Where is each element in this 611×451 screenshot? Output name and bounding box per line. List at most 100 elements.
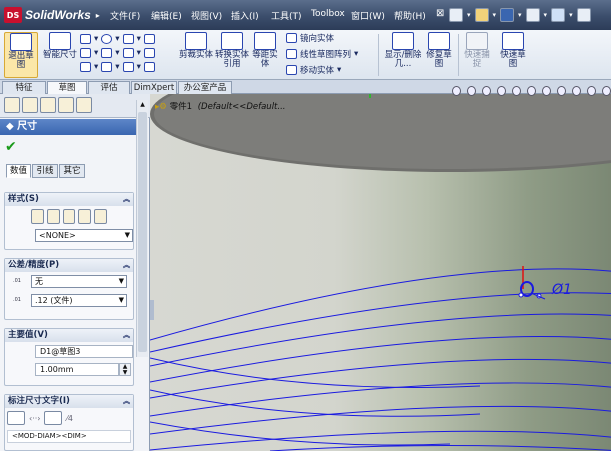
tab-evaluate[interactable]: 评估 [88,81,130,94]
menu-view[interactable]: 视图(V) [191,9,222,22]
slot-icon[interactable] [80,62,91,72]
move-dropdown-icon[interactable]: ▾ [337,65,341,75]
primary-value-header[interactable]: 主要值(V) ︽ [5,329,133,342]
section-view-icon[interactable] [497,86,506,96]
menu-insert[interactable]: 插入(I) [231,9,259,22]
save-icon[interactable] [500,8,515,22]
exit-sketch-button[interactable]: 退出草图 [4,32,38,78]
dimension-name-field[interactable]: D1@草图3 [35,345,133,358]
zoom-area-icon[interactable] [467,86,476,96]
window-restore-icon[interactable] [602,86,611,96]
style-group-header[interactable]: 样式(S) ︽ [5,193,133,206]
scrollbar-thumb[interactable] [138,112,147,352]
line-icon[interactable] [80,34,91,44]
display-style-icon[interactable] [527,86,536,96]
save-style-icon[interactable] [78,209,92,224]
new-document-icon[interactable] [449,8,463,22]
ok-checkmark-icon[interactable]: ✔ [5,139,17,155]
menu-edit[interactable]: 编辑(E) [151,9,182,22]
tab-leaders[interactable]: 引线 [32,164,58,178]
fillet-icon[interactable] [122,62,134,72]
menu-window[interactable]: 窗口(W) [351,9,385,22]
rapid-sketch-button[interactable]: 快速草图 [498,32,528,78]
panel-scrollbar[interactable]: ▲ [136,100,148,357]
appearance-manager-icon[interactable] [76,97,92,113]
undo-dropdown-icon[interactable]: ▾ [569,11,573,19]
parentheses-icon[interactable] [7,411,25,425]
circle-icon[interactable] [101,34,113,44]
menu-file[interactable]: 文件(F) [110,9,140,22]
open-folder-icon[interactable] [474,8,489,22]
previous-view-icon[interactable] [482,86,491,96]
mirror-button[interactable]: 镜向实体 [286,32,376,44]
solidworks-logo[interactable]: DS SolidWorks ▸ [4,5,104,25]
polygon-icon[interactable] [122,48,134,58]
repair-sketch-button[interactable]: 修复草图 [424,32,454,78]
convert-entities-button[interactable]: 转换实体引用 [215,32,249,78]
smart-dimension-button[interactable]: 智能尺寸 [42,32,78,78]
apply-default-style-icon[interactable] [31,209,44,224]
tab-other[interactable]: 其它 [59,164,85,178]
feature-manager-icon[interactable] [4,97,20,113]
tab-value[interactable]: 数值 [6,164,31,178]
print-dropdown-icon[interactable]: ▾ [544,11,548,19]
display-delete-relations-button[interactable]: 显示/删除几... [384,32,422,78]
quick-snaps-button[interactable]: 快速捕捉 [462,32,492,78]
property-manager-icon[interactable] [22,97,38,113]
pattern-dropdown-icon[interactable]: ▾ [354,49,358,59]
update-style-icon[interactable] [62,209,76,224]
tab-sketch[interactable]: 草图 [47,81,87,94]
collapse-icon[interactable]: ︽ [123,193,130,206]
collapse-icon[interactable]: ︽ [123,329,130,342]
select-arrow-icon[interactable] [576,8,591,22]
tab-office-products[interactable]: 办公室产品 [178,81,232,94]
ellipse-icon[interactable] [101,62,113,72]
dimxpert-manager-icon[interactable] [58,97,74,113]
rectangle-icon[interactable] [80,48,91,58]
print-icon[interactable] [525,8,540,22]
save-dropdown-icon[interactable]: ▾ [518,11,522,19]
hide-show-icon[interactable] [542,86,551,96]
style-select[interactable]: <NONE> ▼ [35,229,133,242]
panel-splitter-handle[interactable] [150,300,154,320]
open-dropdown-icon[interactable]: ▾ [493,11,497,19]
graphics-area[interactable]: Ø1 [150,94,611,451]
move-button[interactable]: 移动实体 ▾ [286,64,376,76]
appearance-icon[interactable] [557,86,566,96]
menu-tools[interactable]: 工具(T) [271,9,302,22]
text-icon[interactable] [143,48,155,58]
view-orientation-icon[interactable] [512,86,521,96]
linear-pattern-button[interactable]: 线性草图阵列 ▾ [286,48,376,60]
load-style-icon[interactable] [94,209,107,224]
sketch-point[interactable] [518,292,524,298]
spline-icon[interactable] [101,48,113,58]
zoom-fit-icon[interactable] [452,86,461,96]
scene-icon[interactable] [572,86,581,96]
pin-icon[interactable]: ⊠ [436,8,444,19]
value-spinner[interactable]: ▲ ▼ [119,363,131,376]
centerline-icon[interactable] [143,62,155,72]
dimension-text-field[interactable]: <MOD-DIAM><DIM> [7,430,131,443]
precision-select[interactable]: .12 (文件) ▼ [31,294,127,307]
add-style-icon[interactable] [46,209,60,224]
dimension-text-header[interactable]: 标注尺寸文字(I) ︽ [5,395,133,408]
feature-tree-flyout[interactable]: ▸⚙ 零件1 (Default<<Default... [155,100,286,112]
inspection-icon[interactable] [44,411,63,425]
scroll-up-icon[interactable]: ▲ [137,100,148,110]
offset-button[interactable]: 等距实体 [251,32,279,78]
tolerance-group-header[interactable]: 公差/精度(P) ︽ [5,259,133,272]
trim-button[interactable]: 剪裁实体 [179,32,213,78]
arc-icon[interactable] [122,34,134,44]
new-dropdown-icon[interactable]: ▾ [467,11,471,19]
undo-icon[interactable] [551,8,566,22]
dimension-label[interactable]: Ø1 [552,282,572,298]
tab-features[interactable]: 特征 [2,81,46,94]
tolerance-type-select[interactable]: 无 ▼ [31,275,127,288]
view-settings-icon[interactable] [587,86,596,96]
configuration-manager-icon[interactable] [40,97,56,113]
menu-help[interactable]: 帮助(H) [394,9,426,22]
offset-text-icon[interactable]: ⁄4 [66,414,72,423]
menu-toolbox[interactable]: Toolbox [311,9,345,19]
collapse-icon[interactable]: ︽ [123,395,130,408]
point-icon[interactable] [143,34,155,44]
